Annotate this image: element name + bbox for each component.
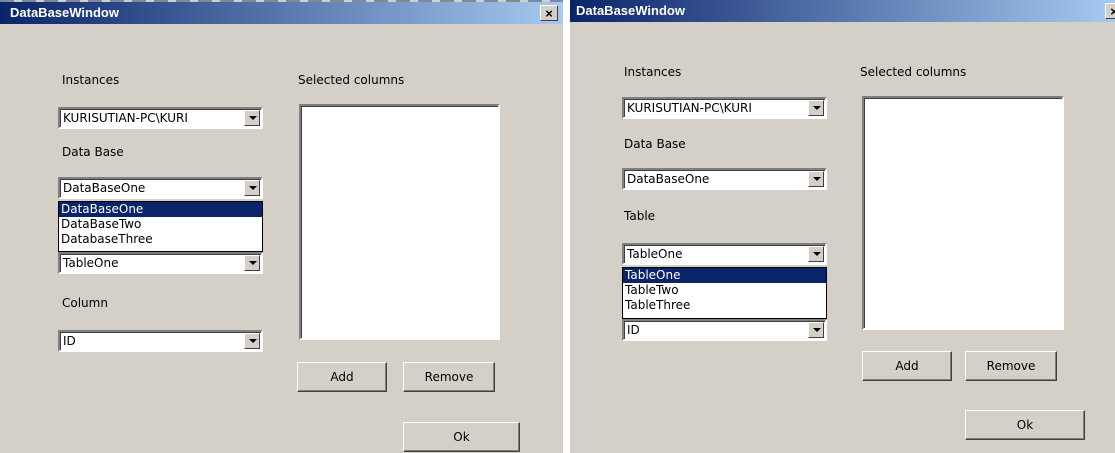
database-value: DataBaseOne (63, 181, 146, 195)
dropdown-option[interactable]: TableOne (623, 268, 826, 283)
add-button[interactable]: Add (862, 351, 952, 381)
title-bar: DataBaseWindow × (570, 0, 1115, 22)
chevron-down-icon[interactable] (244, 180, 260, 196)
selected-columns-listbox[interactable] (299, 104, 500, 340)
table-combo[interactable]: TableOne (58, 252, 263, 274)
column-label: Column (62, 296, 108, 310)
close-button[interactable]: × (1105, 3, 1115, 19)
instances-combo[interactable]: KURISUTIAN-PC\KURI (58, 107, 263, 129)
instances-value: KURISUTIAN-PC\KURI (63, 111, 188, 125)
remove-button[interactable]: Remove (965, 351, 1057, 381)
chevron-down-icon[interactable] (808, 322, 824, 338)
database-value: DataBaseOne (627, 172, 710, 186)
chevron-down-icon[interactable] (808, 100, 824, 116)
database-label: Data Base (62, 145, 124, 159)
title-bar: DataBaseWindow × (0, 2, 563, 24)
database-window-right: DataBaseWindow × Instances Selected colu… (570, 0, 1115, 453)
dropdown-option[interactable]: TableTwo (623, 283, 826, 298)
column-combo[interactable]: ID (622, 319, 827, 341)
database-dropdown-list: DataBaseOne DataBaseTwo DatabaseThree (58, 201, 263, 252)
database-combo[interactable]: DataBaseOne (58, 177, 263, 199)
database-window-left: DataBaseWindow × Instances Selected colu… (0, 0, 563, 453)
column-combo[interactable]: ID (58, 330, 263, 352)
add-button[interactable]: Add (297, 362, 387, 392)
table-value: TableOne (63, 256, 119, 270)
chevron-down-icon[interactable] (244, 333, 260, 349)
table-value: TableOne (627, 247, 683, 261)
database-label: Data Base (624, 137, 686, 151)
instances-label: Instances (624, 65, 682, 79)
table-dropdown-list: TableOne TableTwo TableThree (622, 267, 827, 319)
dropdown-option[interactable]: TableThree (623, 298, 826, 313)
dropdown-option[interactable]: DataBaseOne (59, 202, 262, 217)
instances-label: Instances (62, 73, 120, 87)
close-button[interactable]: × (540, 5, 558, 21)
dropdown-option[interactable]: DataBaseTwo (59, 217, 262, 232)
chevron-down-icon[interactable] (244, 255, 260, 271)
column-value: ID (627, 323, 640, 337)
instances-combo[interactable]: KURISUTIAN-PC\KURI (622, 97, 827, 119)
close-icon: × (545, 6, 553, 21)
ok-button[interactable]: Ok (403, 422, 520, 452)
selected-columns-label: Selected columns (298, 73, 405, 87)
table-combo[interactable]: TableOne (622, 243, 827, 265)
selected-columns-label: Selected columns (860, 65, 967, 79)
dropdown-option[interactable]: DatabaseThree (59, 232, 262, 247)
chevron-down-icon[interactable] (808, 171, 824, 187)
selected-columns-listbox[interactable] (862, 96, 1064, 330)
window-title: DataBaseWindow (10, 5, 119, 20)
chevron-down-icon[interactable] (808, 246, 824, 262)
chevron-down-icon[interactable] (244, 110, 260, 126)
database-combo[interactable]: DataBaseOne (622, 168, 827, 190)
close-icon: × (1110, 4, 1115, 19)
instances-value: KURISUTIAN-PC\KURI (627, 101, 752, 115)
table-label: Table (624, 209, 656, 223)
column-value: ID (63, 334, 76, 348)
remove-button[interactable]: Remove (403, 362, 495, 392)
ok-button[interactable]: Ok (965, 410, 1085, 440)
window-title: DataBaseWindow (576, 3, 685, 18)
